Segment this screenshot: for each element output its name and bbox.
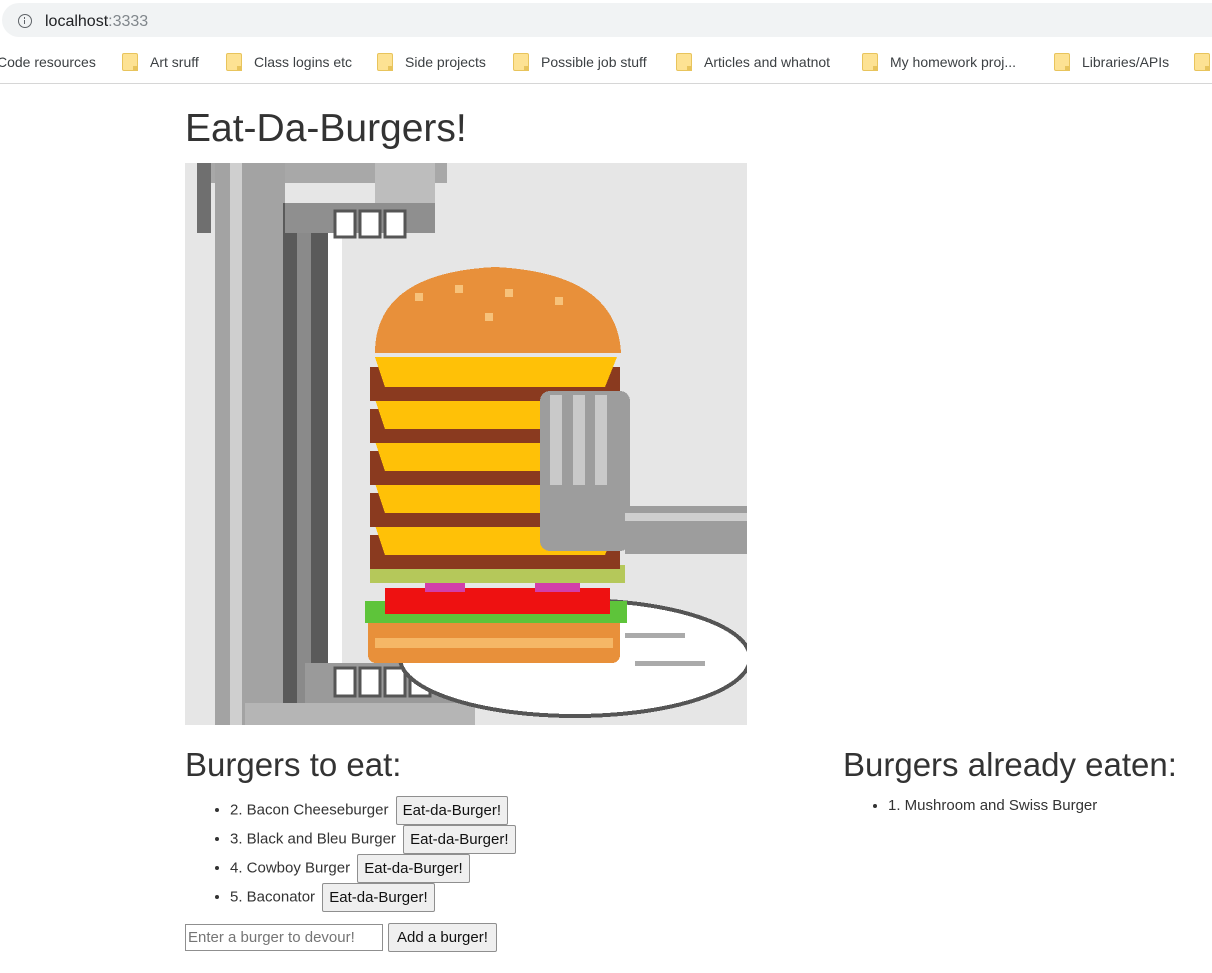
- bookmark-art-sruff[interactable]: Art sruff: [122, 52, 199, 72]
- url-host: localhost: [45, 13, 109, 30]
- bookmark-articles[interactable]: Articles and whatnot: [676, 52, 830, 72]
- info-icon[interactable]: [18, 14, 32, 28]
- bookmark-label: Class logins etc: [254, 54, 353, 70]
- bookmark-possible-job-stuff[interactable]: Possible job stuff: [513, 52, 647, 72]
- add-burger-form: Add a burger!: [185, 923, 497, 952]
- url-text[interactable]: localhost:3333: [45, 13, 148, 31]
- folder-icon: [1054, 53, 1070, 71]
- bookmark-label: My homework proj...: [890, 54, 1017, 70]
- devour-button[interactable]: Eat-da-Burger!: [395, 796, 508, 825]
- url-port: :3333: [108, 13, 149, 30]
- devour-button[interactable]: Eat-da-Burger!: [403, 825, 516, 854]
- bookmark-overflow[interactable]: [1194, 52, 1212, 72]
- bookmark-class-logins[interactable]: Class logins etc: [226, 52, 352, 72]
- burger-name-input[interactable]: [185, 924, 383, 951]
- folder-icon: [377, 53, 393, 71]
- page-title: Eat-Da-Burgers!: [185, 107, 467, 150]
- burgers-to-eat-list: 2. Bacon Cheeseburger Eat-da-Burger! 3. …: [185, 796, 516, 912]
- burger-name: 2. Bacon Cheeseburger: [230, 801, 389, 819]
- omnibox[interactable]: localhost:3333: [2, 3, 1212, 37]
- bookmark-libraries-apis[interactable]: Libraries/APIs: [1054, 52, 1169, 72]
- burger-name: 3. Black and Bleu Burger: [230, 830, 396, 848]
- list-item: 4. Cowboy Burger Eat-da-Burger!: [230, 854, 516, 883]
- bookmark-code-resources[interactable]: Code resources: [0, 52, 96, 72]
- bookmark-label: Code resources: [0, 54, 96, 70]
- browser-address-bar: localhost:3333: [0, 0, 1212, 40]
- bookmark-homework-projects[interactable]: My homework proj...: [862, 52, 1016, 72]
- burger-hero-image: [185, 163, 747, 725]
- list-item: 1. Mushroom and Swiss Burger: [888, 796, 1097, 816]
- bookmark-label: Libraries/APIs: [1082, 54, 1170, 70]
- devour-button[interactable]: Eat-da-Burger!: [322, 883, 435, 912]
- burger-name: 1. Mushroom and Swiss Burger: [888, 797, 1098, 814]
- folder-icon: [226, 53, 242, 71]
- burger-name: 4. Cowboy Burger: [230, 859, 351, 877]
- bookmark-label: Art sruff: [150, 54, 199, 70]
- folder-icon: [122, 53, 138, 71]
- devour-button[interactable]: Eat-da-Burger!: [357, 854, 470, 883]
- bookmark-label: Side projects: [405, 54, 486, 70]
- folder-icon: [862, 53, 878, 71]
- folder-icon: [676, 53, 692, 71]
- list-item: 5. Baconator Eat-da-Burger!: [230, 883, 516, 912]
- bookmarks-bar: Code resources Art sruff Class logins et…: [0, 40, 1212, 84]
- folder-icon: [513, 53, 529, 71]
- burgers-eaten-list: 1. Mushroom and Swiss Burger: [843, 796, 1097, 816]
- folder-icon: [1194, 53, 1210, 71]
- giant-burger-illustration: [185, 163, 747, 725]
- bookmark-label: Possible job stuff: [541, 54, 647, 70]
- bookmark-label: Articles and whatnot: [704, 54, 831, 70]
- burgers-eaten-heading: Burgers already eaten:: [843, 746, 1177, 783]
- bookmark-side-projects[interactable]: Side projects: [377, 52, 486, 72]
- add-burger-button[interactable]: Add a burger!: [388, 923, 497, 952]
- list-item: 2. Bacon Cheeseburger Eat-da-Burger!: [230, 796, 516, 825]
- list-item: 3. Black and Bleu Burger Eat-da-Burger!: [230, 825, 516, 854]
- burgers-to-eat-heading: Burgers to eat:: [185, 746, 402, 783]
- burger-name: 5. Baconator: [230, 888, 316, 906]
